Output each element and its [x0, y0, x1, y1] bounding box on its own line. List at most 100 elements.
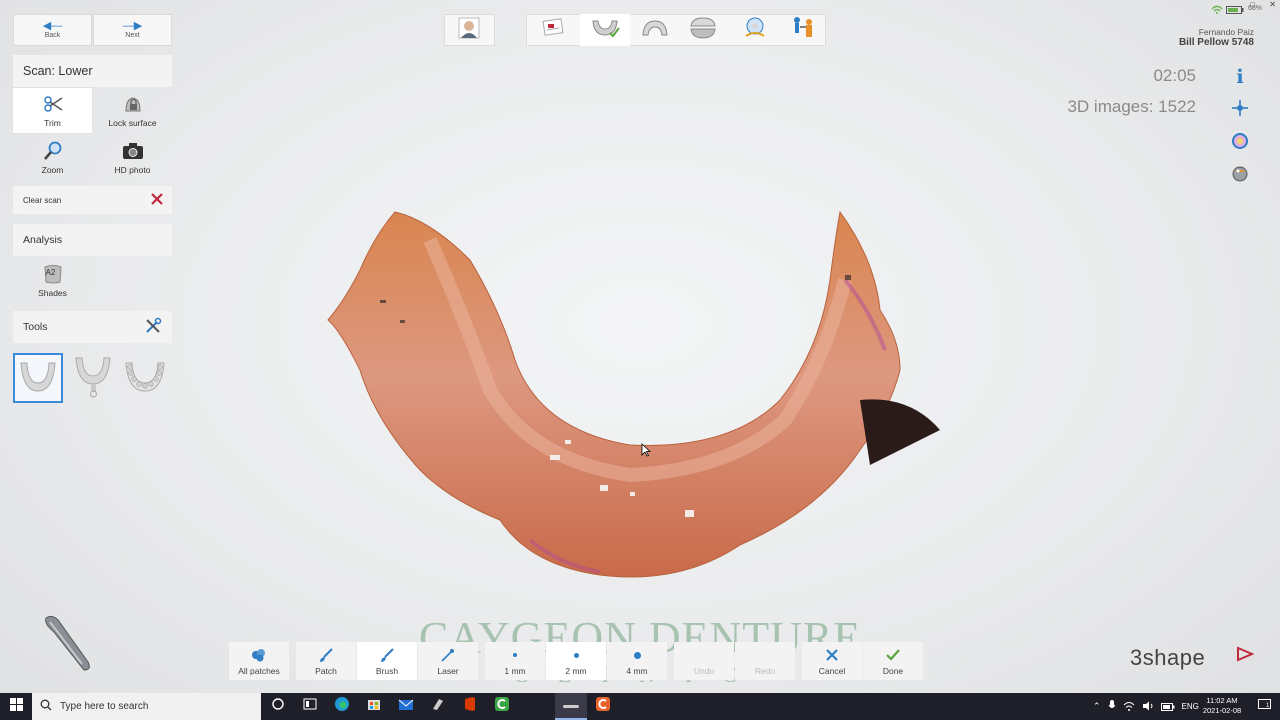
done-button[interactable]: Done	[863, 642, 923, 680]
teeth-tray[interactable]	[120, 353, 170, 403]
patch-brush-icon	[318, 646, 334, 664]
window-status	[1188, 4, 1244, 15]
search-icon	[40, 698, 52, 716]
sphere-view-button[interactable]	[1226, 162, 1254, 190]
scissors-icon	[42, 93, 64, 115]
shade-badge: A2	[45, 268, 56, 277]
image-count: 3D images: 1522	[1067, 97, 1196, 116]
patch-button[interactable]: Patch	[296, 642, 356, 680]
taskbar-office[interactable]	[454, 693, 486, 720]
notification-count: 1	[1266, 702, 1270, 709]
camera-icon	[121, 140, 145, 162]
restore-icon[interactable]: □	[1250, 0, 1255, 12]
cancel-icon	[825, 646, 839, 664]
workflow-step-send[interactable]	[778, 14, 828, 46]
taskbar-widgets[interactable]	[294, 693, 326, 720]
taskbar-store[interactable]	[358, 693, 390, 720]
size-4mm-button[interactable]: 4 mm	[607, 642, 667, 680]
patient-photo-icon	[456, 16, 482, 45]
full-arch-tray[interactable]	[13, 353, 63, 403]
analysis-header: Analysis	[13, 224, 172, 256]
battery-icon	[1226, 1, 1244, 19]
undo-button[interactable]: Undo	[674, 642, 734, 680]
workflow-step-patient[interactable]	[444, 14, 494, 46]
zoom-tool[interactable]: Zoom	[13, 135, 92, 180]
clock-date: 2021-02-08	[1202, 706, 1242, 715]
close-window-icon[interactable]: ✕	[1269, 0, 1276, 12]
taskbar-search-box[interactable]: Type here to search	[32, 693, 261, 720]
move-view-button[interactable]	[1226, 96, 1254, 124]
hd-photo-tool[interactable]: HD photo	[93, 135, 172, 180]
full-arch-tray-icon	[17, 357, 59, 400]
scanner-wand-icon	[40, 612, 96, 679]
redo-button[interactable]: Redo	[735, 642, 795, 680]
workflow-step-post-processing[interactable]	[730, 14, 780, 46]
trim-tool[interactable]: Trim	[13, 88, 92, 133]
brush-button[interactable]: Brush	[357, 642, 417, 680]
workflow-step-upper-scan[interactable]	[630, 14, 680, 46]
shades-tool[interactable]: A2 Shades	[13, 258, 92, 303]
partial-tray[interactable]	[68, 353, 118, 403]
trios-app-icon	[563, 697, 579, 715]
task-view-button[interactable]	[262, 693, 294, 720]
lock-surface-tool[interactable]: Lock surface	[93, 88, 172, 133]
all-patches-button[interactable]: All patches	[229, 642, 289, 680]
battery-tray-icon[interactable]	[1160, 698, 1175, 716]
recorder-icon	[595, 696, 611, 717]
bite-scan-icon	[688, 16, 718, 45]
arrow-left-icon: ◀—	[42, 20, 63, 32]
notification-center-button[interactable]: 1	[1249, 693, 1280, 720]
cancel-button[interactable]: Cancel	[802, 642, 862, 680]
checkmark-icon	[885, 646, 901, 664]
store-icon	[366, 696, 382, 717]
tray-chevron-icon[interactable]: ⌃	[1093, 701, 1101, 712]
windows-taskbar: Type here to search ⌃ ENG 11:02 AM 2021-…	[0, 693, 1280, 720]
clock-time: 11:02 AM	[1206, 696, 1238, 705]
taskbar-mail[interactable]	[390, 693, 422, 720]
back-button[interactable]: ◀— Back	[13, 14, 92, 46]
info-icon: i	[1236, 66, 1244, 88]
sphere-icon	[1231, 165, 1249, 188]
info-button[interactable]: i	[1226, 63, 1254, 91]
clock[interactable]: 11:02 AM 2021-02-08	[1196, 696, 1248, 716]
partial-tray-icon	[72, 354, 114, 403]
size-dot-icon	[573, 652, 579, 658]
patches-icon	[251, 646, 267, 664]
analysis-title: Analysis	[23, 234, 63, 246]
lower-jaw-scan-model[interactable]	[300, 200, 960, 605]
taskbar-recorder[interactable]	[587, 693, 619, 720]
workflow-step-order[interactable]	[528, 14, 578, 46]
next-button[interactable]: —▶ Next	[93, 14, 172, 46]
microphone-icon[interactable]	[1108, 698, 1116, 716]
wifi-icon	[1211, 1, 1223, 19]
workflow-step-lower-scan[interactable]	[580, 14, 630, 46]
lock-surface-icon	[122, 93, 144, 115]
notification-icon: 1	[1258, 698, 1271, 716]
clear-scan-button[interactable]: Clear scan	[13, 186, 172, 214]
start-button[interactable]	[0, 693, 32, 720]
taskbar-app-a[interactable]	[422, 693, 454, 720]
scan-panel-header: Scan: Lower	[13, 55, 172, 87]
size-1mm-button[interactable]: 1 mm	[485, 642, 545, 680]
size-2mm-button[interactable]: 2 mm	[546, 642, 606, 680]
widgets-icon	[303, 697, 317, 716]
size-dot-icon	[513, 653, 517, 657]
search-placeholder: Type here to search	[60, 701, 149, 712]
lower-scan-icon	[590, 17, 620, 44]
volume-icon[interactable]	[1142, 698, 1154, 716]
taskbar-edge[interactable]	[326, 693, 358, 720]
teeth-tray-icon	[122, 357, 168, 400]
mail-icon	[398, 698, 414, 716]
shade-tab-icon: A2	[42, 263, 64, 285]
workflow-step-bite[interactable]	[678, 14, 728, 46]
color-view-button[interactable]	[1226, 129, 1254, 157]
taskbar-camtasia[interactable]	[486, 693, 518, 720]
tools-title: Tools	[23, 321, 48, 333]
tools-wrench-icon[interactable]	[144, 317, 162, 338]
taskbar-3shape-active[interactable]	[555, 693, 587, 720]
edge-icon	[334, 696, 350, 717]
laser-button[interactable]: Laser	[418, 642, 478, 680]
close-icon	[150, 192, 164, 208]
scan-panel-title: Scan: Lower	[23, 64, 93, 78]
network-icon[interactable]	[1123, 698, 1135, 716]
